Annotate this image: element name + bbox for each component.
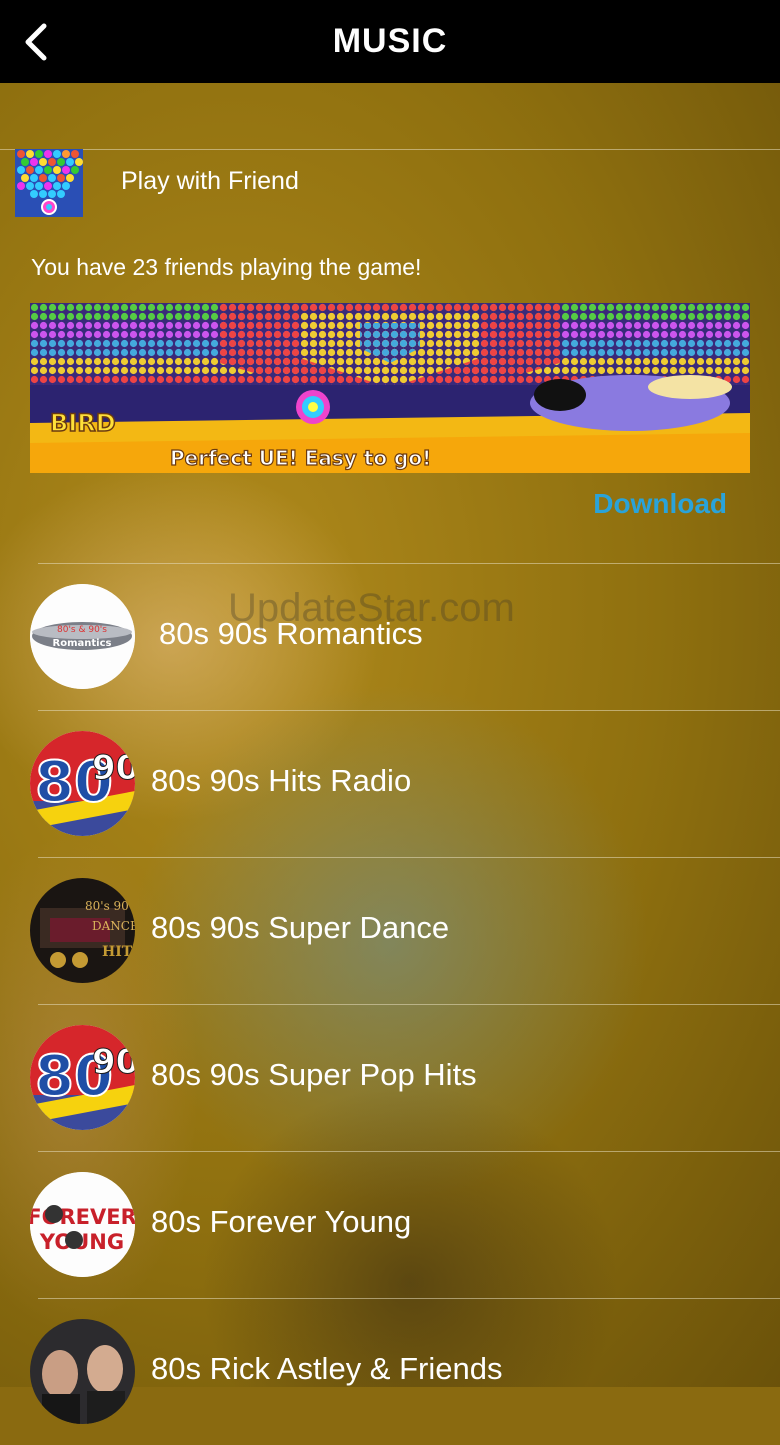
friends-count-text: You have 23 friends playing the game! xyxy=(31,254,422,280)
station-logo: 80 90 xyxy=(30,1025,135,1130)
download-button[interactable]: Download xyxy=(593,488,727,520)
station-row[interactable]: FOREVER YOUNG 80s Forever Young xyxy=(0,1151,780,1298)
station-name: 80s 90s Super Dance xyxy=(151,910,450,945)
divider xyxy=(0,149,780,150)
station-row[interactable]: 80's & 90's Romantics 80s 90s Romantics xyxy=(0,563,780,710)
page-title: MUSIC xyxy=(332,22,448,60)
main-content: Play with Friend You have 23 friends pla… xyxy=(0,83,780,1424)
svg-text:90: 90 xyxy=(92,1042,135,1082)
station-name: 80s Rick Astley & Friends xyxy=(151,1351,503,1386)
station-name: 80s 90s Super Pop Hits xyxy=(151,1057,477,1092)
svg-text:Romantics: Romantics xyxy=(53,638,112,649)
station-logo: 80 90 xyxy=(30,731,135,836)
svg-text:DANCE: DANCE xyxy=(92,919,135,933)
station-name: 80s Forever Young xyxy=(151,1204,412,1239)
svg-text:80's 90's: 80's 90's xyxy=(85,899,135,913)
station-name: 80s 90s Romantics xyxy=(159,616,423,651)
svg-text:HITS: HITS xyxy=(102,944,135,960)
game-icon[interactable] xyxy=(15,149,83,217)
svg-text:90: 90 xyxy=(92,748,135,788)
station-name: 80s 90s Hits Radio xyxy=(151,763,412,798)
station-row[interactable]: 80's 90's DANCE HITS 80s 90s Super Dance xyxy=(0,857,780,1004)
station-row[interactable]: 80 90 80s 90s Super Pop Hits xyxy=(0,1004,780,1151)
banner-tagline: Perfect UE! Easy to go! xyxy=(170,446,431,470)
station-row[interactable]: 80s Rick Astley & Friends xyxy=(0,1298,780,1445)
station-logo: 80's & 90's Romantics xyxy=(30,584,135,689)
station-logo: 80's 90's DANCE HITS xyxy=(30,878,135,983)
station-row[interactable]: 80 90 80s 90s Hits Radio xyxy=(0,710,780,857)
svg-text:BIRD: BIRD xyxy=(50,409,116,437)
station-logo: FOREVER YOUNG xyxy=(30,1172,135,1277)
nav-bar: MUSIC xyxy=(0,0,780,83)
play-with-friend-label[interactable]: Play with Friend xyxy=(121,167,299,196)
game-banner[interactable]: BIRD Perfect UE! Easy to go! xyxy=(30,303,750,473)
station-logo xyxy=(30,1319,135,1424)
svg-text:80's & 90's: 80's & 90's xyxy=(57,625,107,635)
